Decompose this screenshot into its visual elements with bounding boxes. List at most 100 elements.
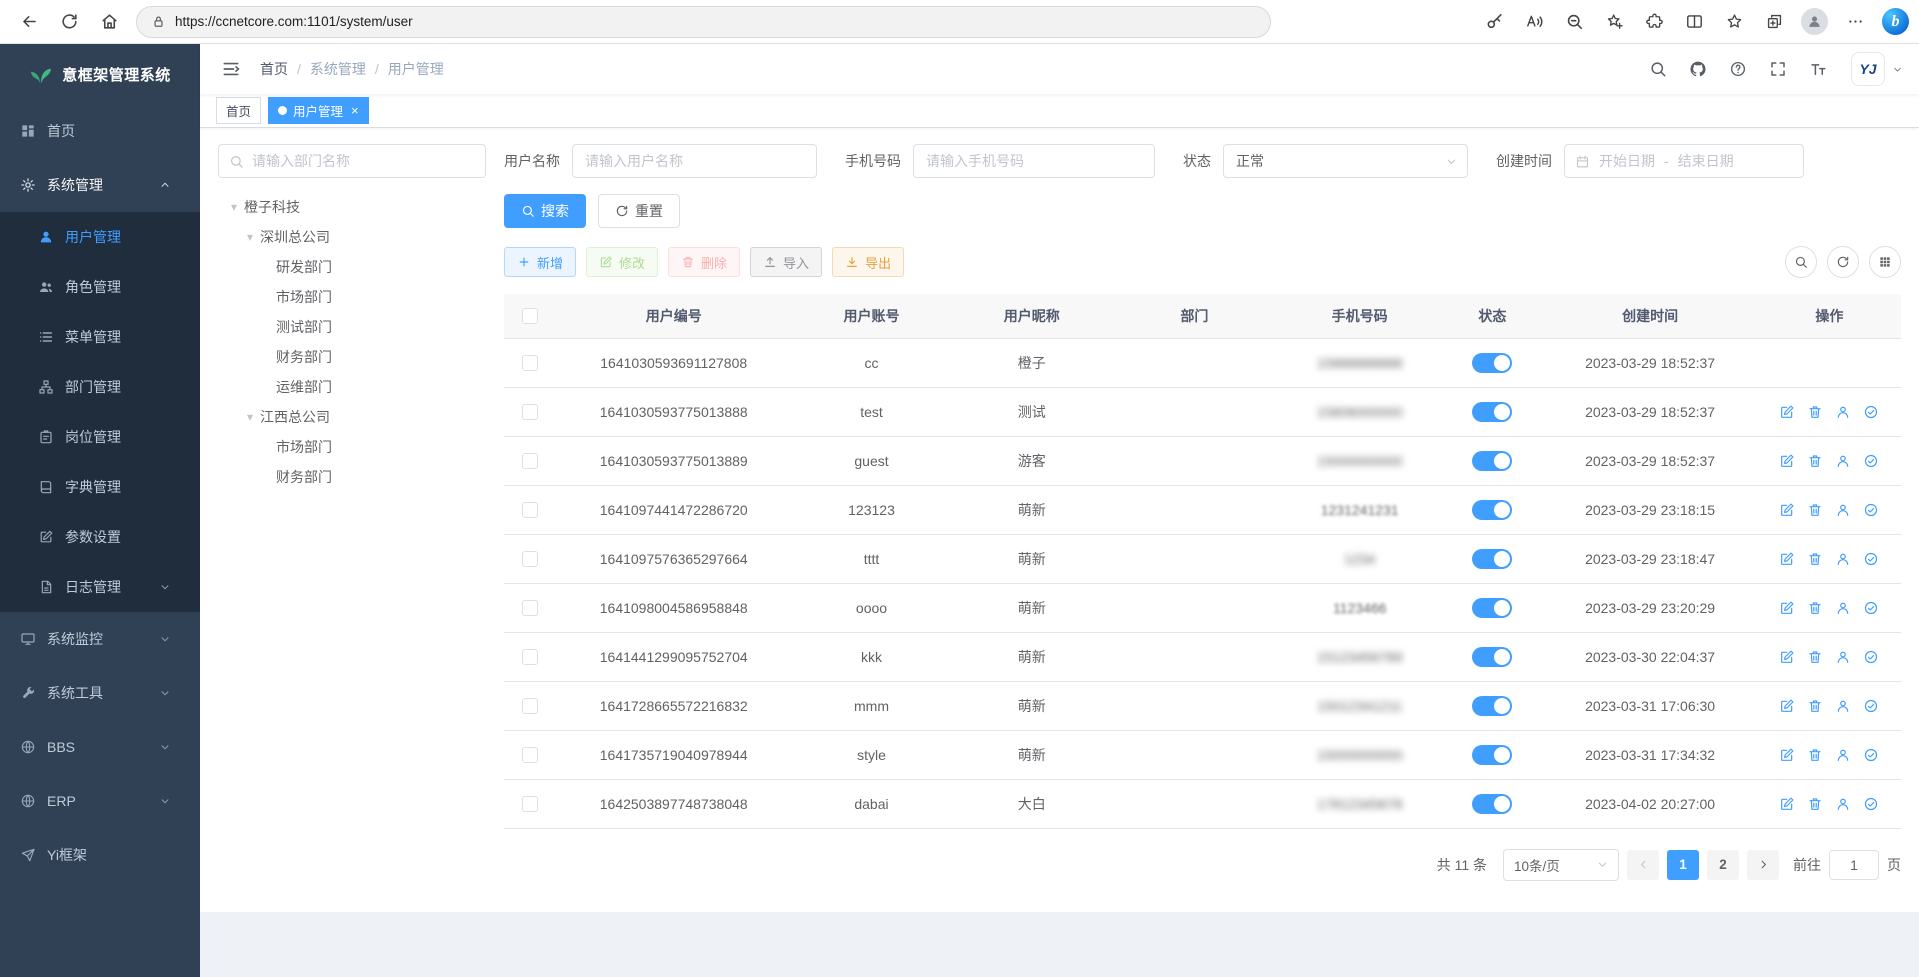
status-toggle[interactable]	[1472, 696, 1512, 716]
tree-node[interactable]: ▾深圳总公司	[218, 222, 486, 252]
user-menu[interactable]: YJ	[1851, 52, 1903, 86]
sidebar-toggle-button[interactable]	[216, 54, 246, 84]
row-checkbox[interactable]	[522, 649, 538, 665]
edit-icon[interactable]	[1779, 600, 1795, 616]
tree-node[interactable]: 运维部门	[218, 372, 486, 402]
assign-role-icon[interactable]	[1863, 649, 1879, 665]
row-checkbox[interactable]	[522, 551, 538, 567]
sidebar-item-system-monitor[interactable]: 系统监控	[0, 612, 200, 666]
copilot-bing-icon[interactable]: b	[1882, 8, 1909, 35]
add-button[interactable]: 新增	[504, 247, 576, 277]
edit-icon[interactable]	[1779, 404, 1795, 420]
delete-icon[interactable]	[1807, 698, 1823, 714]
sidebar-item-param-settings[interactable]: 参数设置	[0, 512, 200, 562]
status-select[interactable]: 正常	[1223, 144, 1468, 178]
assign-role-icon[interactable]	[1863, 698, 1879, 714]
sidebar-item-home[interactable]: 首页	[0, 104, 200, 158]
status-toggle[interactable]	[1472, 549, 1512, 569]
row-checkbox[interactable]	[522, 453, 538, 469]
delete-icon[interactable]	[1807, 796, 1823, 812]
sidebar-item-log-management[interactable]: 日志管理	[0, 562, 200, 612]
reset-password-icon[interactable]	[1835, 649, 1851, 665]
import-button[interactable]: 导入	[750, 247, 822, 277]
browser-favorites-add-button[interactable]	[1595, 5, 1633, 39]
sidebar-item-bbs[interactable]: BBS	[0, 720, 200, 774]
sidebar-item-menu-management[interactable]: 菜单管理	[0, 312, 200, 362]
edit-icon[interactable]	[1779, 502, 1795, 518]
browser-back-button[interactable]	[10, 5, 48, 39]
toolbar-refresh-button[interactable]	[1827, 246, 1859, 278]
assign-role-icon[interactable]	[1863, 502, 1879, 518]
browser-zoom-out-button[interactable]	[1555, 5, 1593, 39]
row-checkbox[interactable]	[522, 698, 538, 714]
close-icon[interactable]: ×	[351, 104, 359, 117]
row-checkbox[interactable]	[522, 600, 538, 616]
status-toggle[interactable]	[1472, 402, 1512, 422]
delete-icon[interactable]	[1807, 502, 1823, 518]
browser-more-menu-button[interactable]	[1836, 5, 1874, 39]
status-toggle[interactable]	[1472, 647, 1512, 667]
browser-key-button[interactable]	[1475, 5, 1513, 39]
phone-input[interactable]	[913, 144, 1155, 178]
navbar-search-button[interactable]	[1643, 54, 1673, 84]
navbar-fullscreen-button[interactable]	[1763, 54, 1793, 84]
delete-icon[interactable]	[1807, 453, 1823, 469]
reset-password-icon[interactable]	[1835, 502, 1851, 518]
goto-page-input[interactable]	[1829, 850, 1879, 880]
edit-icon[interactable]	[1779, 649, 1795, 665]
toolbar-search-button[interactable]	[1785, 246, 1817, 278]
sidebar-item-user-management[interactable]: 用户管理	[0, 212, 200, 262]
row-checkbox[interactable]	[522, 355, 538, 371]
status-toggle[interactable]	[1472, 794, 1512, 814]
edit-icon[interactable]	[1779, 453, 1795, 469]
browser-home-button[interactable]	[90, 5, 128, 39]
reset-password-icon[interactable]	[1835, 698, 1851, 714]
reset-button[interactable]: 重置	[598, 194, 680, 228]
assign-role-icon[interactable]	[1863, 600, 1879, 616]
row-checkbox[interactable]	[522, 404, 538, 420]
toolbar-grid-button[interactable]	[1869, 246, 1901, 278]
sidebar-item-post-management[interactable]: 岗位管理	[0, 412, 200, 462]
browser-extensions-button[interactable]	[1635, 5, 1673, 39]
next-page-button[interactable]	[1747, 850, 1779, 880]
browser-split-screen-button[interactable]	[1675, 5, 1713, 39]
reset-password-icon[interactable]	[1835, 453, 1851, 469]
edit-icon[interactable]	[1779, 747, 1795, 763]
select-all-checkbox[interactable]	[522, 308, 538, 324]
tree-node[interactable]: ▾江西总公司	[218, 402, 486, 432]
browser-collections-button[interactable]	[1755, 5, 1793, 39]
dept-search-input[interactable]	[252, 153, 475, 169]
browser-address-bar[interactable]: https://ccnetcore.com:1101/system/user	[136, 6, 1271, 38]
reset-password-icon[interactable]	[1835, 404, 1851, 420]
search-button[interactable]: 搜索	[504, 194, 586, 228]
browser-profile-avatar[interactable]	[1801, 8, 1828, 35]
status-toggle[interactable]	[1472, 451, 1512, 471]
tree-node[interactable]: 研发部门	[218, 252, 486, 282]
assign-role-icon[interactable]	[1863, 404, 1879, 420]
sidebar-item-role-management[interactable]: 角色管理	[0, 262, 200, 312]
sidebar-item-erp[interactable]: ERP	[0, 774, 200, 828]
assign-role-icon[interactable]	[1863, 551, 1879, 567]
delete-icon[interactable]	[1807, 600, 1823, 616]
tree-node[interactable]: 测试部门	[218, 312, 486, 342]
sidebar-item-dept-management[interactable]: 部门管理	[0, 362, 200, 412]
status-toggle[interactable]	[1472, 745, 1512, 765]
breadcrumb-home[interactable]: 首页	[260, 59, 288, 79]
delete-button[interactable]: 删除	[668, 247, 740, 277]
page-2-button[interactable]: 2	[1707, 850, 1739, 880]
tree-node[interactable]: 市场部门	[218, 432, 486, 462]
sidebar-item-dict-management[interactable]: 字典管理	[0, 462, 200, 512]
assign-role-icon[interactable]	[1863, 453, 1879, 469]
assign-role-icon[interactable]	[1863, 747, 1879, 763]
username-input[interactable]	[572, 144, 817, 178]
browser-refresh-button[interactable]	[50, 5, 88, 39]
sidebar-item-yi-framework[interactable]: Yi框架	[0, 828, 200, 882]
delete-icon[interactable]	[1807, 404, 1823, 420]
edit-icon[interactable]	[1779, 698, 1795, 714]
navbar-github-button[interactable]	[1683, 54, 1713, 84]
tab-user-management[interactable]: 用户管理×	[268, 97, 369, 124]
reset-password-icon[interactable]	[1835, 551, 1851, 567]
tree-node[interactable]: ▾橙子科技	[218, 192, 486, 222]
row-checkbox[interactable]	[522, 796, 538, 812]
tree-node[interactable]: 财务部门	[218, 462, 486, 492]
